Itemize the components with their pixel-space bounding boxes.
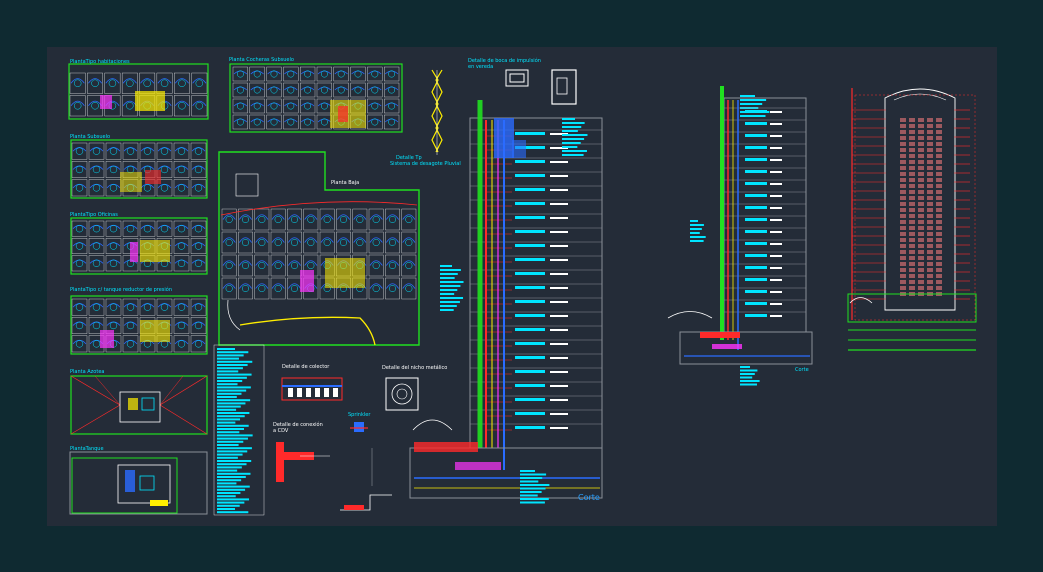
label-detalle-colector: Detalle de colector bbox=[282, 364, 330, 370]
detail-tp: Detalle Tp Sistema de desagote Pluvial bbox=[390, 69, 461, 167]
label-detalle-boca-impulsion: Detalle de boca de impulsión bbox=[468, 57, 541, 64]
detail-boca-impulsion: Detalle de boca de impulsión en vereda bbox=[468, 57, 577, 105]
cad-drawing: PlantaTipo habitaciones Planta Subsuelo … bbox=[68, 57, 977, 516]
detail-sprinkler: Sprinkler bbox=[348, 412, 371, 432]
plan-tipo-oficinas: PlantaTipo Oficinas bbox=[70, 212, 208, 275]
section-corte-secondary: Corte bbox=[667, 86, 813, 373]
plan-planta-baja: Planta Baja bbox=[218, 151, 420, 346]
label-sprinkler: Sprinkler bbox=[348, 412, 371, 418]
plan-tipo-habitaciones: PlantaTipo habitaciones bbox=[68, 59, 209, 120]
label-planta-azotea: Planta Azotea bbox=[70, 369, 104, 375]
legend-notes-left bbox=[213, 344, 265, 516]
label-corte-2: Corte bbox=[795, 367, 809, 373]
label-planta-cocheras-subsuelo: Planta Cocheras Subsuelo bbox=[229, 57, 294, 63]
detail-colector: Detalle de colector bbox=[281, 364, 343, 401]
plan-azotea: Planta Azotea bbox=[70, 369, 208, 435]
label-planta-tipo-habitaciones: PlantaTipo habitaciones bbox=[70, 59, 130, 65]
elevation-facade bbox=[847, 88, 977, 351]
label-a-cdv: a CDV bbox=[273, 428, 289, 434]
cad-viewport[interactable]: PlantaTipo habitaciones Planta Subsuelo … bbox=[0, 0, 1043, 572]
label-corte-1: Corte bbox=[578, 493, 600, 502]
label-planta-subsuelo: Planta Subsuelo bbox=[70, 134, 110, 140]
detail-nicho-metalico: Detalle del nicho metálico bbox=[382, 364, 447, 411]
label-detalle-nicho: Detalle del nicho metálico bbox=[382, 364, 447, 371]
plan-cocheras-subsuelo: Planta Cocheras Subsuelo bbox=[229, 57, 403, 133]
plan-tipo-tanque-reductor: PlantaTipo c/ tanque reductor de presión bbox=[70, 286, 208, 355]
label-planta-baja: Planta Baja bbox=[331, 180, 359, 186]
detail-conexion-cdv: Detalle de conexión a CDV bbox=[273, 421, 330, 482]
label-planta-tanque-reductor: PlantaTipo c/ tanque reductor de presión bbox=[70, 286, 172, 293]
legend-notes-corte bbox=[440, 95, 770, 504]
label-en-vereda: en vereda bbox=[468, 64, 493, 70]
label-sistema-desagote-pluvial: Sistema de desagote Pluvial bbox=[390, 161, 461, 167]
label-detalle-conexion: Detalle de conexión bbox=[273, 421, 323, 428]
label-planta-tanque: PlantaTanque bbox=[70, 446, 104, 452]
label-planta-tipo-oficinas: PlantaTipo Oficinas bbox=[70, 212, 118, 218]
plan-tanque: PlantaTanque bbox=[69, 446, 208, 515]
plan-subsuelo: Planta Subsuelo bbox=[70, 134, 208, 199]
detail-bottom-connection bbox=[340, 448, 392, 511]
